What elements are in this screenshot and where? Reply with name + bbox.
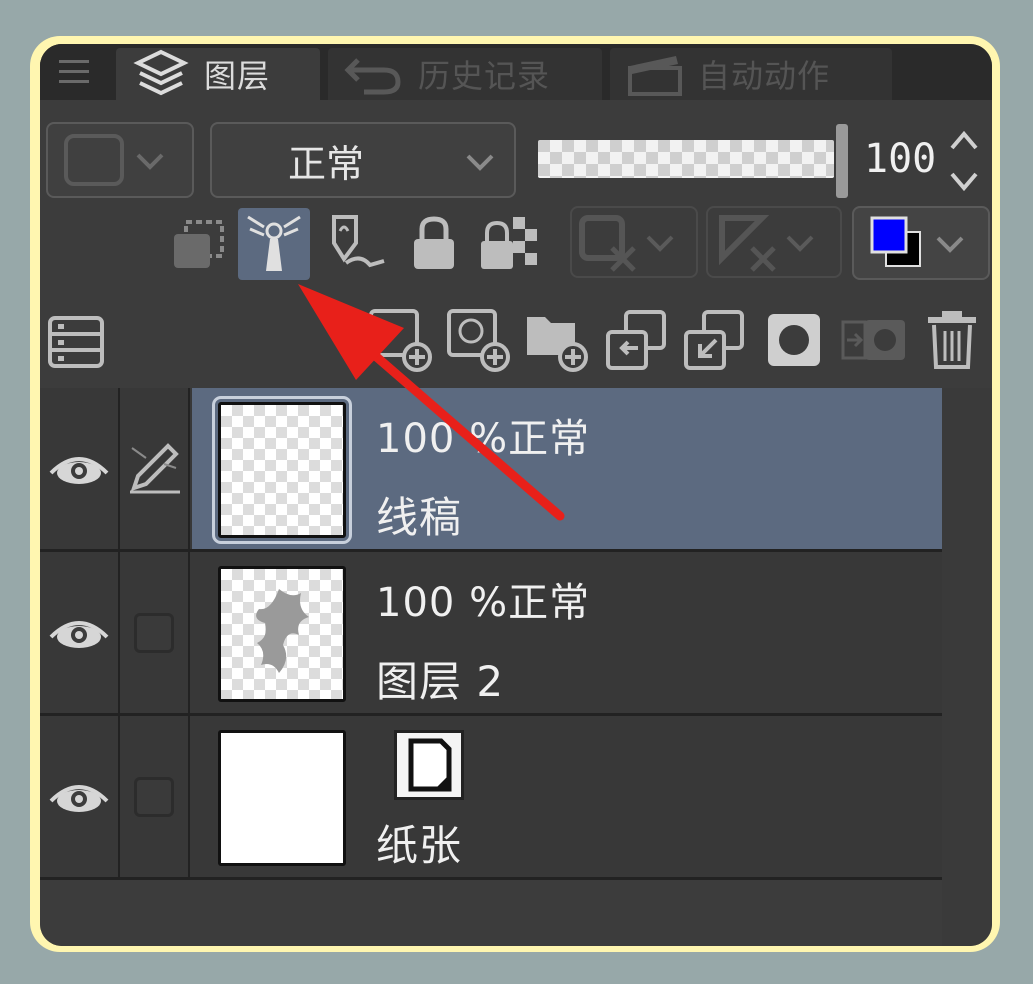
layer-actions-toolbar (40, 300, 992, 384)
ruler-toggle-icon (719, 215, 776, 272)
new-raster-layer-button[interactable] (364, 304, 436, 376)
mask-toggle-icon (579, 215, 636, 272)
hamburger-icon (59, 60, 89, 83)
visibility-toggle[interactable] (40, 716, 120, 877)
layer-name: 线稿 (376, 493, 463, 542)
layer-list: 100 %正常 线稿 100 %正常 图层 2 纸张 (40, 388, 942, 880)
clip-to-layer-below-icon (174, 220, 224, 268)
draft-layer-icon (332, 215, 385, 268)
pencil-icon (130, 442, 180, 493)
layer-name: 纸张 (376, 821, 463, 870)
clip-to-layer-below-button[interactable] (162, 208, 234, 280)
edit-target-checkbox[interactable] (134, 776, 174, 817)
layer-panel: 图层 历史记录 自动动作 正常 100 100 %正常 线稿 100 %正常 图… (40, 44, 992, 946)
opacity-stepper[interactable] (944, 128, 984, 194)
tab-label: 历史记录 (418, 57, 551, 95)
delete-layer-icon (928, 311, 976, 369)
layer-row-layer2[interactable]: 100 %正常 图层 2 (40, 552, 942, 716)
apply-mask-icon (841, 320, 905, 360)
tab-layers[interactable]: 图层 (116, 48, 320, 100)
visibility-toggle[interactable] (40, 552, 120, 713)
layer-color-dropdown[interactable] (852, 206, 990, 280)
eye-icon (49, 456, 109, 484)
layer-content[interactable]: 100 %正常 线稿 (192, 388, 942, 549)
merge-down-icon (684, 310, 744, 370)
new-vector-layer-button[interactable] (442, 304, 514, 376)
paper-icon (408, 738, 452, 792)
layer-opacity-blend: 100 %正常 (376, 416, 591, 462)
create-mask-icon (768, 314, 820, 366)
layer-property-button[interactable] (40, 306, 112, 378)
eye-icon (49, 784, 109, 812)
new-raster-layer-icon (369, 309, 432, 372)
lock-icon (414, 216, 454, 269)
edit-target-toggle[interactable] (120, 552, 190, 713)
tab-label: 图层 (204, 57, 271, 95)
opacity-value[interactable]: 100 (864, 136, 936, 182)
layer-property-toolbar (40, 204, 992, 286)
new-folder-icon (527, 317, 588, 372)
chevron-down-icon (646, 235, 674, 252)
layer-thumbnail (218, 730, 346, 866)
delete-layer-button[interactable] (916, 304, 988, 376)
tab-history[interactable]: 历史记录 (328, 48, 602, 100)
layer-row-paper[interactable]: 纸张 (40, 716, 942, 880)
layers-icon (133, 49, 189, 96)
blend-mode-dropdown[interactable]: 正常 (210, 122, 516, 198)
paper-layer-badge (394, 730, 464, 800)
opacity-slider-handle[interactable] (836, 124, 848, 198)
layer-color-icon (870, 216, 921, 267)
ruler-display-dropdown[interactable] (706, 206, 842, 278)
chevron-down-icon (136, 153, 164, 170)
new-folder-button[interactable] (520, 304, 592, 376)
chevron-down-icon (466, 154, 494, 171)
chevron-up-icon[interactable] (946, 128, 982, 154)
draft-layer-button[interactable] (322, 208, 394, 280)
tab-auto-actions[interactable]: 自动动作 (610, 48, 892, 100)
tab-label: 自动动作 (698, 57, 831, 95)
layer-content[interactable]: 100 %正常 图层 2 (192, 552, 942, 713)
expression-color-dropdown[interactable] (46, 122, 194, 198)
chevron-down-icon (786, 235, 814, 252)
opacity-slider[interactable] (538, 140, 834, 178)
layer-property-icon (48, 316, 104, 368)
clapper-icon (628, 56, 682, 96)
layer-row-lineart[interactable]: 100 %正常 线稿 (40, 388, 942, 552)
edit-target-indicator[interactable] (120, 388, 190, 549)
transfer-down-icon (606, 310, 666, 370)
chevron-down-icon[interactable] (946, 168, 982, 194)
layer-opacity-blend: 100 %正常 (376, 580, 591, 626)
layer-content[interactable]: 纸张 (192, 716, 942, 877)
layer-name: 图层 2 (376, 657, 505, 706)
lock-layer-button[interactable] (398, 208, 470, 280)
edit-target-checkbox[interactable] (134, 612, 174, 653)
square-icon (64, 134, 124, 186)
merge-down-button[interactable] (678, 304, 750, 376)
visibility-toggle[interactable] (40, 388, 120, 549)
layer-thumbnail (212, 396, 352, 544)
layer-toolbar: 正常 100 (40, 118, 992, 202)
edit-target-toggle[interactable] (120, 716, 190, 877)
tab-bar: 图层 历史记录 自动动作 (40, 44, 992, 100)
lock-transparency-icon (481, 217, 537, 269)
transfer-to-lower-button[interactable] (600, 304, 672, 376)
undo-icon (344, 58, 401, 95)
chevron-down-icon (936, 236, 964, 253)
scrollbar[interactable] (942, 388, 992, 946)
new-vector-layer-icon (447, 309, 510, 372)
panel-menu-button[interactable] (40, 44, 108, 100)
empty-list-area (40, 880, 942, 946)
apply-mask-button[interactable] (838, 304, 910, 376)
blend-mode-label: 正常 (288, 141, 365, 186)
create-mask-button[interactable] (758, 304, 830, 376)
eye-icon (49, 620, 109, 648)
lock-transparency-button[interactable] (474, 208, 546, 280)
reference-layer-button[interactable] (238, 208, 310, 280)
sketch-silhouette-icon (256, 589, 309, 673)
layer-thumbnail (218, 566, 346, 702)
mask-display-dropdown[interactable] (570, 206, 698, 278)
reference-layer-icon (247, 215, 301, 271)
